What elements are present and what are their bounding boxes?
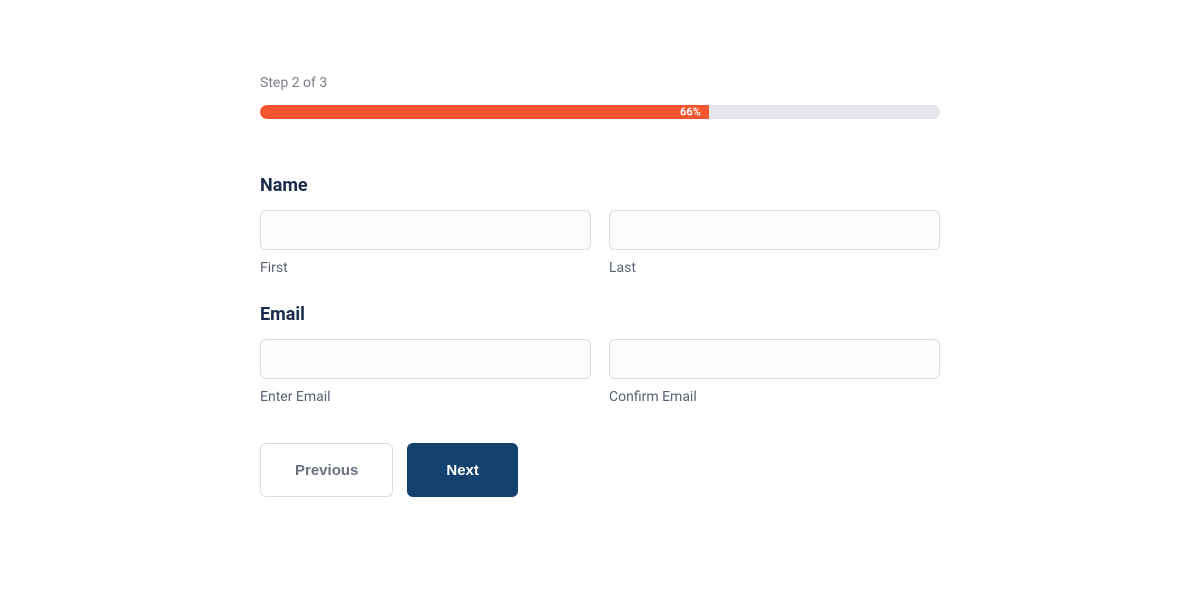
last-name-input[interactable] [609, 210, 940, 250]
progress-fill: 66% [260, 105, 709, 119]
last-name-label: Last [609, 260, 940, 276]
button-row: Previous Next [260, 443, 940, 497]
form-page: Step 2 of 3 66% Name First Last Email [0, 0, 1200, 600]
progress-percent: 66% [680, 106, 701, 119]
next-button[interactable]: Next [407, 443, 518, 497]
last-name-col: Last [609, 210, 940, 276]
previous-button[interactable]: Previous [260, 443, 393, 497]
name-section: Name First Last [260, 175, 940, 276]
email-row: Enter Email Confirm Email [260, 339, 940, 405]
name-title: Name [260, 175, 940, 196]
form-content: Step 2 of 3 66% Name First Last Email [260, 75, 940, 497]
first-name-col: First [260, 210, 591, 276]
enter-email-col: Enter Email [260, 339, 591, 405]
email-section: Email Enter Email Confirm Email [260, 304, 940, 405]
progress-bar: 66% [260, 105, 940, 119]
confirm-email-label: Confirm Email [609, 389, 940, 405]
enter-email-input[interactable] [260, 339, 591, 379]
first-name-label: First [260, 260, 591, 276]
confirm-email-col: Confirm Email [609, 339, 940, 405]
first-name-input[interactable] [260, 210, 591, 250]
email-title: Email [260, 304, 940, 325]
step-label: Step 2 of 3 [260, 75, 940, 91]
confirm-email-input[interactable] [609, 339, 940, 379]
enter-email-label: Enter Email [260, 389, 591, 405]
name-row: First Last [260, 210, 940, 276]
